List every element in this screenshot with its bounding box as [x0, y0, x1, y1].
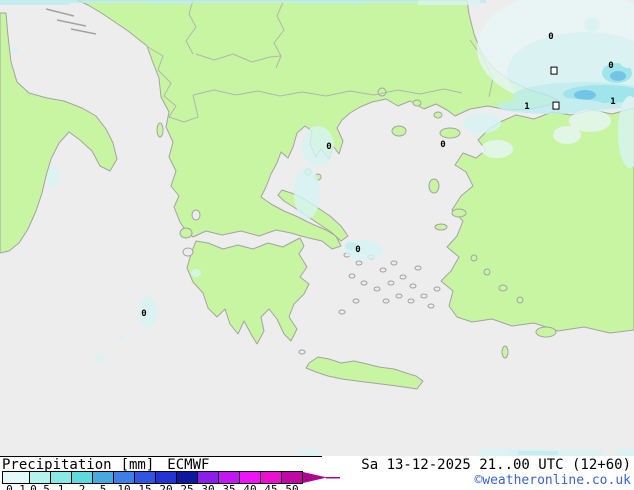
precip-patch [574, 90, 596, 100]
precip-patch [298, 0, 362, 4]
precip-patch [139, 296, 157, 328]
precip-patch [119, 336, 125, 340]
colorbar-segment: 0.5 [29, 472, 50, 490]
precipitation-map [0, 0, 634, 456]
colorbar-segment: 45 [260, 472, 281, 490]
precip-patch [481, 140, 513, 158]
precip-patch [616, 449, 634, 456]
colorbar-tick-label: 1 [57, 483, 65, 490]
precip-patch [345, 242, 357, 250]
map-canvas: 00000011 [0, 0, 634, 456]
colorbar-segment: 40 [239, 472, 260, 490]
precip-patch [584, 18, 600, 32]
precip-patch [418, 0, 480, 5]
precip-patch [148, 0, 192, 4]
copyright-link[interactable]: ©weatheronline.co.uk [474, 473, 631, 488]
precip-patch [11, 47, 19, 53]
precip-patch [191, 269, 201, 277]
colorbar-tick-label: 15 [138, 483, 152, 490]
colorbar-segment: 1 [50, 472, 71, 490]
colorbar: 0.1 0.5 1 2 5 10 15 20 25 30 35 40 45 50 [2, 471, 303, 490]
colorbar-row: 0.1 0.5 1 2 5 10 15 20 25 30 35 40 45 50 [2, 471, 341, 490]
colorbar-segment: 25 [176, 472, 197, 490]
colorbar-tick-label: 0.5 [30, 483, 50, 490]
colorbar-segment: 2 [71, 472, 92, 490]
colorbar-segment: 10 [113, 472, 134, 490]
colorbar-segment: 35 [218, 472, 239, 490]
colorbar-tick-label: 40 [243, 483, 257, 490]
colorbar-tick-label: 20 [159, 483, 173, 490]
precip-patch [294, 167, 320, 219]
precip-patch [95, 354, 105, 362]
precip-patch [302, 126, 334, 166]
colorbar-tick-label: 10 [117, 483, 131, 490]
legend-bar: Precipitation [mm] ECMWF Sa 13-12-2025 21.… [0, 456, 634, 490]
colorbar-segment: 5 [92, 472, 113, 490]
colorbar-segment: 20 [155, 472, 176, 490]
precip-patch [610, 71, 626, 81]
colorbar-overflow-arrow [303, 471, 340, 483]
precip-patch [553, 126, 581, 144]
colorbar-segment: 30 [197, 472, 218, 490]
precip-patch [0, 0, 486, 3]
colorbar-tick-label: 25 [180, 483, 194, 490]
colorbar-segment: 15 [134, 472, 155, 490]
colorbar-tick-label: 35 [222, 483, 236, 490]
valid-time-label: Sa 13-12-2025 21..00 UTC (12+60) [361, 457, 631, 473]
precip-patch [518, 451, 558, 455]
colorbar-tick-label: 0.1 [6, 483, 26, 490]
precip-patch [0, 0, 70, 5]
colorbar-tick-label: 2 [78, 483, 86, 490]
colorbar-tick-label: 45 [264, 483, 278, 490]
colorbar-segment: 50 [281, 472, 302, 490]
colorbar-tick-label: 5 [99, 483, 107, 490]
colorbar-segment: 0.1 [3, 472, 29, 490]
colorbar-tick-label: 50 [285, 483, 299, 490]
precip-patch [47, 166, 59, 188]
colorbar-tick-label: 30 [201, 483, 215, 490]
precip-patch [463, 113, 501, 133]
weather-map-page: 00000011 Precipitation [mm] ECMWF Sa 13-12… [0, 0, 634, 490]
